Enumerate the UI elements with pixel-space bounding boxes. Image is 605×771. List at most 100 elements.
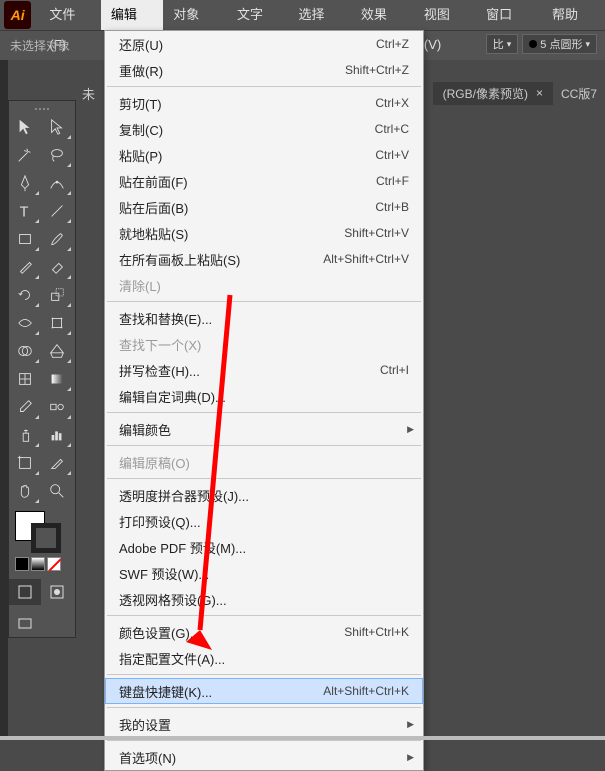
menu-item[interactable]: 首选项(N): [105, 744, 423, 770]
tool-slice[interactable]: [41, 449, 73, 477]
tool-eraser[interactable]: [41, 253, 73, 281]
tool-artboard[interactable]: [9, 449, 41, 477]
menu-item-label: 首选项(N): [119, 748, 409, 767]
tool-rotate[interactable]: [9, 281, 41, 309]
menu-item[interactable]: 编辑颜色: [105, 416, 423, 442]
menu-item[interactable]: SWF 预设(W)...: [105, 560, 423, 586]
panel-grip[interactable]: [9, 105, 75, 113]
menu-select[interactable]: 选择(S): [289, 0, 351, 30]
menu-item[interactable]: 剪切(T)Ctrl+X: [105, 90, 423, 116]
menu-separator: [107, 445, 421, 446]
menu-item[interactable]: 还原(U)Ctrl+Z: [105, 31, 423, 57]
menu-item[interactable]: 我的设置: [105, 711, 423, 737]
menu-item-label: 颜色设置(G)...: [119, 623, 344, 642]
menu-item[interactable]: 查找和替换(E)...: [105, 305, 423, 331]
menu-item[interactable]: 拼写检查(H)...Ctrl+I: [105, 357, 423, 383]
menu-item[interactable]: 编辑自定词典(D)...: [105, 383, 423, 409]
menu-item[interactable]: 在所有画板上粘贴(S)Alt+Shift+Ctrl+V: [105, 246, 423, 272]
menu-item-label: 拼写检查(H)...: [119, 361, 380, 380]
stroke-swatch[interactable]: [31, 523, 61, 553]
edit-menu-dropdown: 还原(U)Ctrl+Z重做(R)Shift+Ctrl+Z剪切(T)Ctrl+X复…: [104, 30, 424, 771]
menu-window[interactable]: 窗口(W): [476, 0, 542, 30]
menu-item-label: 就地粘贴(S): [119, 224, 344, 243]
menu-item-label: 查找下一个(X): [119, 335, 409, 354]
menu-item-shortcut: Ctrl+X: [375, 96, 409, 110]
menu-view[interactable]: 视图(V): [414, 0, 476, 30]
menu-item[interactable]: 复制(C)Ctrl+C: [105, 116, 423, 142]
menu-help[interactable]: 帮助(H): [542, 0, 605, 30]
tool-gradient[interactable]: [41, 365, 73, 393]
tool-perspective[interactable]: [41, 337, 73, 365]
menu-item[interactable]: 贴在前面(F)Ctrl+F: [105, 168, 423, 194]
tool-shape-builder[interactable]: [9, 337, 41, 365]
menu-file[interactable]: 文件(F): [39, 0, 101, 30]
menu-type[interactable]: 文字(T): [227, 0, 289, 30]
tool-free-transform[interactable]: [41, 309, 73, 337]
menu-item[interactable]: 就地粘贴(S)Shift+Ctrl+V: [105, 220, 423, 246]
gradient-mode[interactable]: [31, 557, 45, 571]
menu-item-shortcut: Ctrl+Z: [376, 37, 409, 51]
stroke-select[interactable]: 5 点圆形▾: [522, 34, 597, 54]
left-stripe: [0, 60, 8, 740]
tool-hand[interactable]: [9, 477, 41, 505]
document-tab[interactable]: (RGB/像素预览) ×: [433, 82, 553, 105]
menu-item-label: 透视网格预设(G)...: [119, 590, 409, 609]
tool-eyedropper[interactable]: [9, 393, 41, 421]
draw-behind[interactable]: [41, 579, 73, 605]
menu-item-label: 我的设置: [119, 715, 409, 734]
close-icon[interactable]: ×: [536, 86, 543, 100]
menu-item-label: SWF 预设(W)...: [119, 564, 409, 583]
tool-paintbrush[interactable]: [41, 225, 73, 253]
tool-scale[interactable]: [41, 281, 73, 309]
document-tab-2[interactable]: CC版7: [553, 82, 605, 105]
tool-graph[interactable]: [41, 421, 73, 449]
menu-item[interactable]: 指定配置文件(A)...: [105, 645, 423, 671]
brush-select[interactable]: 比▾: [486, 34, 519, 54]
menu-item-label: 查找和替换(E)...: [119, 309, 409, 328]
tool-pen[interactable]: [9, 169, 41, 197]
tool-zoom[interactable]: [41, 477, 73, 505]
tool-symbol-sprayer[interactable]: [9, 421, 41, 449]
tool-rectangle[interactable]: [9, 225, 41, 253]
tool-line[interactable]: [41, 197, 73, 225]
menu-item-shortcut: Ctrl+B: [375, 200, 409, 214]
tool-width[interactable]: [9, 309, 41, 337]
menu-item[interactable]: 重做(R)Shift+Ctrl+Z: [105, 57, 423, 83]
tool-mesh[interactable]: [9, 365, 41, 393]
tool-curvature[interactable]: [41, 169, 73, 197]
menu-item-label: 在所有画板上粘贴(S): [119, 250, 323, 269]
menu-effect[interactable]: 效果(C): [351, 0, 414, 30]
menu-item-shortcut: Ctrl+I: [380, 363, 409, 377]
none-mode[interactable]: [47, 557, 61, 571]
menu-edit[interactable]: 编辑(E): [101, 0, 163, 30]
stroke-options: 比▾ 5 点圆形▾: [486, 34, 597, 54]
screen-mode-2[interactable]: [41, 611, 73, 637]
menu-item-label: 粘贴(P): [119, 146, 375, 165]
menu-item[interactable]: 透明度拼合器预设(J)...: [105, 482, 423, 508]
tool-lasso[interactable]: [41, 141, 73, 169]
menu-item-shortcut: Ctrl+F: [376, 174, 409, 188]
menu-item[interactable]: Adobe PDF 预设(M)...: [105, 534, 423, 560]
menu-item[interactable]: 键盘快捷键(K)...Alt+Shift+Ctrl+K: [105, 678, 423, 704]
screen-mode[interactable]: [9, 611, 41, 637]
menu-item-label: 复制(C): [119, 120, 375, 139]
menu-object[interactable]: 对象(O): [163, 0, 227, 30]
tool-blend[interactable]: [41, 393, 73, 421]
menu-item-label: 打印预设(Q)...: [119, 512, 409, 531]
color-mode[interactable]: [15, 557, 29, 571]
tool-magic-wand[interactable]: [9, 141, 41, 169]
menu-item-shortcut: Ctrl+C: [375, 122, 409, 136]
menu-item[interactable]: 贴在后面(B)Ctrl+B: [105, 194, 423, 220]
tool-selection[interactable]: [9, 113, 41, 141]
menu-item-label: 贴在后面(B): [119, 198, 375, 217]
tool-type[interactable]: T: [9, 197, 41, 225]
menu-item-label: 透明度拼合器预设(J)...: [119, 486, 409, 505]
menu-item[interactable]: 颜色设置(G)...Shift+Ctrl+K: [105, 619, 423, 645]
tool-shaper[interactable]: [9, 253, 41, 281]
menu-item[interactable]: 打印预设(Q)...: [105, 508, 423, 534]
tool-direct-selection[interactable]: [41, 113, 73, 141]
draw-normal[interactable]: [9, 579, 41, 605]
menu-item: 查找下一个(X): [105, 331, 423, 357]
menu-item[interactable]: 粘贴(P)Ctrl+V: [105, 142, 423, 168]
menu-item[interactable]: 透视网格预设(G)...: [105, 586, 423, 612]
